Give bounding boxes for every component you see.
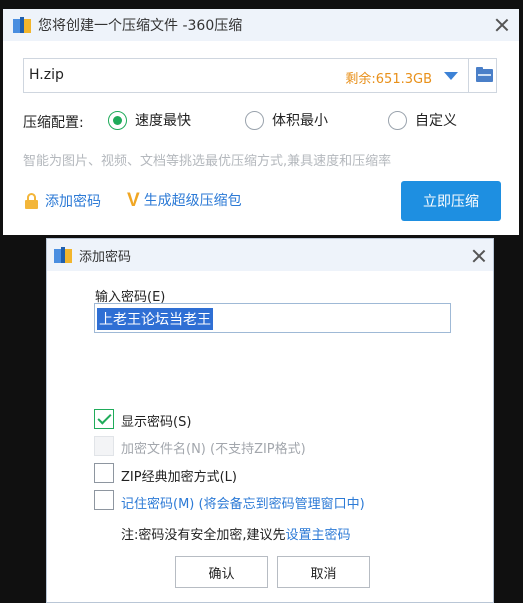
radio-selected-icon[interactable] (108, 110, 127, 130)
compress-window: 您将创建一个压缩文件 -360压缩 H.zip 剩余:651.3GB 压缩配置:… (3, 9, 519, 235)
archive-icon (54, 247, 72, 263)
path-value[interactable]: H.zip (29, 67, 64, 83)
encrypt-filenames-label: 加密文件名(N) (不支持ZIP格式) (121, 442, 306, 457)
free-space-label: 剩余:651.3GB (345, 72, 432, 87)
password-input[interactable]: 上老王论坛当老王 (94, 303, 451, 333)
super-package-link[interactable]: V 生成超级压缩包 (127, 190, 242, 210)
option-custom[interactable]: 自定义 (388, 110, 457, 130)
window-title: 您将创建一个压缩文件 -360压缩 (38, 18, 243, 34)
encrypt-filenames-checkbox[interactable] (94, 436, 114, 456)
remember-password-checkbox[interactable] (94, 490, 114, 510)
remember-password-label[interactable]: 记住密码(M) (将会备忘到密码管理窗口中) (121, 493, 365, 512)
zip-classic-encryption-checkbox[interactable] (94, 463, 114, 483)
compress-now-button[interactable]: 立即压缩 (401, 181, 501, 221)
lock-icon (25, 193, 39, 209)
v-icon: V (127, 189, 140, 211)
option-smallest[interactable]: 体积最小 (245, 110, 328, 130)
show-password-label[interactable]: 显示密码(S) (121, 411, 191, 430)
compression-hint: 智能为图片、视频、文档等挑选最优压缩方式,兼具速度和压缩率 (23, 154, 392, 169)
option-label: 体积最小 (272, 113, 328, 129)
option-label: 速度最快 (135, 113, 191, 129)
add-password-dialog: 添加密码 输入密码(E) 上老王论坛当老王 显示密码(S) 加密文件名(N) (… (46, 238, 494, 603)
folder-icon[interactable] (468, 58, 498, 93)
set-master-password-link[interactable]: 设置主密码 (286, 528, 351, 543)
super-package-label[interactable]: 生成超级压缩包 (144, 190, 242, 210)
cancel-button[interactable]: 取消 (277, 556, 370, 588)
config-label: 压缩配置: (23, 115, 84, 131)
archive-icon (13, 17, 31, 33)
radio-icon[interactable] (388, 110, 407, 130)
add-password-link[interactable]: 添加密码 (25, 191, 101, 211)
close-icon[interactable] (472, 249, 486, 263)
option-label: 自定义 (415, 113, 457, 129)
zip-classic-encryption-label[interactable]: ZIP经典加密方式(L) (121, 466, 237, 485)
ok-button[interactable]: 确认 (175, 556, 268, 588)
dropdown-arrow-icon[interactable] (444, 72, 458, 80)
radio-icon[interactable] (245, 110, 264, 130)
close-icon[interactable] (495, 18, 509, 32)
note-text: 注:密码没有安全加密,建议先 (121, 528, 286, 543)
output-path-field[interactable]: H.zip 剩余:651.3GB (23, 58, 497, 93)
add-password-label[interactable]: 添加密码 (45, 191, 101, 211)
dialog-title: 添加密码 (79, 249, 132, 265)
dialog-title-bar: 添加密码 (47, 239, 493, 271)
title-bar: 您将创建一个压缩文件 -360压缩 (3, 9, 519, 41)
password-value[interactable]: 上老王论坛当老王 (97, 308, 213, 330)
option-fastest[interactable]: 速度最快 (108, 110, 191, 130)
show-password-checkbox[interactable] (94, 409, 114, 429)
security-note: 注:密码没有安全加密,建议先设置主密码 (121, 524, 351, 543)
